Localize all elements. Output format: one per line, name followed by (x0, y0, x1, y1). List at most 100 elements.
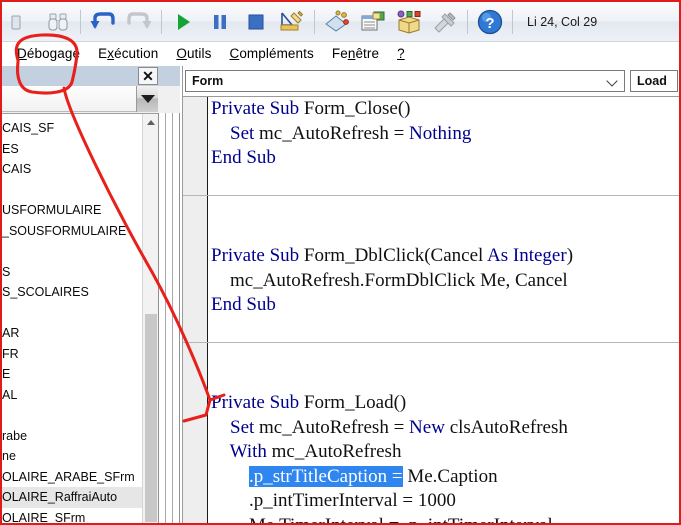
project-explorer-icon[interactable] (4, 4, 40, 40)
help-question-icon[interactable]: ? (472, 4, 508, 40)
tree-item[interactable] (2, 405, 142, 426)
code-line[interactable]: Set mc_AutoRefresh = Nothing (209, 122, 679, 147)
code-line[interactable]: Private Sub Form_Close() (209, 97, 679, 122)
redo-icon[interactable] (121, 4, 157, 40)
code-line[interactable]: Private Sub Form_DblClick(Cancel As Inte… (209, 244, 679, 269)
code-span: ) (566, 245, 574, 266)
find-binoculars-icon[interactable] (40, 4, 76, 40)
code-span: Nothing (409, 122, 472, 144)
tree-item[interactable]: AR (2, 323, 142, 344)
code-line[interactable] (209, 220, 679, 245)
tree-item[interactable]: _SOUSFORMULAIRE (2, 221, 142, 242)
design-mode-icon[interactable] (274, 4, 310, 40)
run-play-icon[interactable] (166, 4, 202, 40)
panel-object-combo[interactable] (2, 86, 158, 112)
project-explorer-window-icon[interactable] (319, 4, 355, 40)
tree-item[interactable]: S_SCOLAIRES (2, 282, 142, 303)
code-line[interactable]: .p_intTimerInterval = 1000 (209, 489, 679, 514)
code-span: .p_intTimerInterval = 1000 (211, 490, 456, 511)
code-span: With (211, 441, 272, 462)
object-combo-box[interactable]: Form (185, 70, 625, 92)
tree-item[interactable]: USFORMULAIRE (2, 200, 142, 221)
tree-item[interactable]: OLAIRE_RaffraiAuto (2, 487, 142, 508)
code-line[interactable]: Private Sub Form_Load() (209, 391, 679, 416)
menu-post: ompléments (239, 46, 314, 61)
tree-item[interactable]: ES (2, 139, 142, 160)
code-span: As Integer (487, 245, 567, 266)
code-span: mc_AutoRefresh (271, 441, 402, 462)
code-span: Private Sub (211, 98, 304, 119)
menu-fenetre[interactable]: Fenêtre (323, 46, 388, 61)
properties-window-icon[interactable] (355, 4, 391, 40)
tree-item[interactable]: FR (2, 344, 142, 365)
toolbar-separator (314, 9, 315, 34)
menu-pre: E (98, 46, 108, 61)
code-span: Private Sub (211, 392, 304, 413)
menu-complements[interactable]: Compléments (220, 46, 322, 61)
tree-item[interactable]: CAIS_SF (2, 118, 142, 139)
code-line[interactable]: .p_strTitleCaption = Me.Caption (209, 465, 679, 490)
code-window: Form Load Private Sub Form_Close() Set m… (182, 66, 679, 524)
code-span: Form_Load() (303, 392, 407, 413)
tree-item[interactable]: CAIS (2, 159, 142, 180)
code-margin-indicator-bar[interactable] (183, 97, 208, 523)
code-editor[interactable]: Private Sub Form_Close() Set mc_AutoRefr… (183, 96, 679, 524)
chevron-down-icon[interactable] (136, 86, 158, 112)
project-tree[interactable]: CAIS_SF ES CAIS USFORMULAIRE _SOUSFORMULAIRE… (2, 113, 158, 524)
event-combo-box[interactable]: Load (630, 70, 678, 92)
tree-item[interactable]: ne (2, 446, 142, 467)
menu-outils[interactable]: Outils (167, 46, 220, 61)
code-line[interactable]: Me.TimerInterval = .p_intTimerInterval (209, 514, 679, 524)
code-span: mc_AutoRefresh = (259, 416, 410, 438)
toolbox-icon[interactable] (427, 4, 463, 40)
stop-icon[interactable] (238, 4, 274, 40)
tree-item[interactable]: OLAIRE_ARABE_SFrm (2, 467, 142, 488)
menu-bar: Débogage Exécution Outils Compléments Fe… (2, 42, 679, 66)
code-line[interactable]: Set mc_AutoRefresh = New clsAutoRefresh (209, 416, 679, 441)
code-line[interactable] (183, 195, 679, 220)
undo-icon[interactable] (85, 4, 121, 40)
code-line[interactable]: With mc_AutoRefresh (209, 440, 679, 465)
code-line[interactable] (183, 342, 679, 367)
code-span: mc_AutoRefresh.FormDblClick Me, Cancel (211, 269, 568, 291)
chevron-down-icon[interactable] (607, 76, 617, 86)
tree-item[interactable]: E (2, 364, 142, 385)
tree-item[interactable]: rabe (2, 426, 142, 447)
code-span: clsAutoRefresh (449, 416, 568, 438)
code-text[interactable]: Private Sub Form_Close() Set mc_AutoRefr… (183, 97, 679, 524)
menu-post: écution (114, 46, 159, 61)
menu-accel: C (229, 46, 240, 61)
toolbar: ? Li 24, Col 29 (2, 2, 679, 42)
tree-item[interactable]: S (2, 262, 142, 283)
tree-vertical-scrollbar[interactable] (142, 114, 158, 523)
menu-help[interactable]: ? (388, 46, 414, 61)
code-line[interactable] (209, 171, 679, 196)
toolbar-separator (512, 9, 513, 34)
code-line[interactable] (209, 367, 679, 392)
tree-item[interactable] (2, 241, 142, 262)
tree-item[interactable] (2, 303, 142, 324)
menu-execution[interactable]: Exécution (89, 46, 167, 61)
menu-debogage[interactable]: Débogage (8, 46, 89, 61)
code-line[interactable]: End Sub (209, 293, 679, 318)
object-browser-icon[interactable] (391, 4, 427, 40)
vba-editor-window: ? Li 24, Col 29 Débogage Exécution Outil… (0, 0, 681, 525)
code-span: End Sub (211, 294, 276, 315)
tree-item[interactable]: OLAIRE_SFrm (2, 508, 142, 524)
code-line[interactable]: mc_AutoRefresh.FormDblClick Me, Cancel (209, 269, 679, 294)
tree-item[interactable] (2, 180, 142, 201)
menu-post: être (355, 46, 380, 61)
scroll-up-icon[interactable] (143, 114, 158, 130)
tree-item[interactable]: AL (2, 385, 142, 406)
close-icon[interactable]: ✕ (138, 67, 158, 85)
code-line[interactable]: End Sub (209, 146, 679, 171)
menu-accel: O (176, 46, 187, 61)
menu-accel: ? (397, 46, 405, 61)
code-line[interactable] (209, 318, 679, 343)
project-explorer-panel: ✕ CAIS_SF ES CAIS USFORMULAIRE _SOUSFORMULAI… (2, 66, 180, 524)
scrollbar-thumb[interactable] (145, 314, 157, 522)
panel-outer-scrollbar[interactable] (158, 113, 180, 523)
menu-post: utils (186, 46, 212, 61)
pause-icon[interactable] (202, 4, 238, 40)
code-span: Form_DblClick(Cancel (303, 245, 488, 266)
